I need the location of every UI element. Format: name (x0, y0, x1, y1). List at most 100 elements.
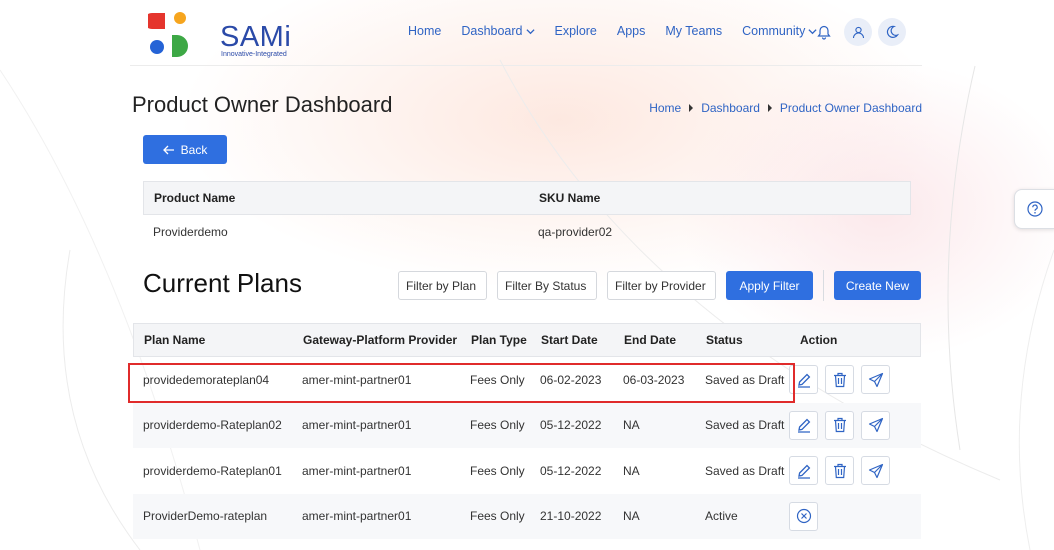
status-cell: Active (705, 509, 738, 524)
edit-icon (797, 373, 810, 388)
edit-button[interactable] (789, 456, 818, 486)
delete-button[interactable] (825, 365, 854, 395)
breadcrumb-current[interactable]: Product Owner Dashboard (780, 101, 922, 115)
page-title: Product Owner Dashboard (132, 92, 393, 117)
theme-toggle-button[interactable] (878, 18, 906, 46)
apply-filter-button[interactable]: Apply Filter (726, 271, 813, 300)
breadcrumb-home[interactable]: Home (649, 101, 681, 115)
nav-dashboard-label: Dashboard (461, 24, 523, 38)
publish-button[interactable] (861, 410, 890, 440)
sku-name-cell: qa-provider02 (538, 225, 613, 239)
delete-button[interactable] (825, 410, 854, 440)
help-button[interactable] (1014, 189, 1054, 229)
filter-by-status-dropdown[interactable]: Filter By Status (497, 271, 597, 300)
end-date-cell: 06-03-2023 (623, 372, 685, 387)
column-header-provider: Gateway-Platform Provider (303, 333, 458, 347)
chevron-right-icon (767, 104, 772, 112)
chevron-right-icon (689, 104, 694, 112)
logo-mark-icon (144, 12, 188, 57)
nav-explore-label: Explore (554, 24, 597, 38)
nav-my-teams[interactable]: My Teams (665, 24, 722, 38)
send-icon (868, 463, 883, 478)
filter-by-plan-dropdown[interactable]: Filter by Plan (398, 271, 487, 300)
delete-icon (833, 463, 846, 478)
brand-name: SAMi (220, 21, 292, 53)
create-new-button[interactable]: Create New (834, 271, 921, 300)
plan-name-cell: ProviderDemo-rateplan (143, 509, 268, 524)
top-navbar: SAMi Innovative-Integrated Home Dashboar… (130, 0, 922, 66)
column-header-plan-type: Plan Type (471, 333, 527, 347)
nav-home[interactable]: Home (408, 24, 441, 38)
edit-button[interactable] (789, 365, 818, 395)
plan-name-cell: providedemorateplan04 (143, 372, 270, 387)
edit-button[interactable] (789, 410, 818, 440)
action-cell (789, 501, 825, 531)
moon-icon (886, 25, 899, 38)
back-button[interactable]: Back (143, 135, 227, 164)
nav-apps[interactable]: Apps (617, 24, 646, 38)
table-row: providerdemo-Rateplan01 amer-mint-partne… (133, 448, 921, 494)
table-row: ProviderDemo-rateplan amer-mint-partner0… (133, 493, 921, 539)
provider-cell: amer-mint-partner01 (302, 418, 412, 433)
nav-community[interactable]: Community (742, 24, 817, 38)
column-header-sku-name: SKU Name (539, 191, 601, 205)
edit-icon (797, 418, 810, 433)
breadcrumb: Home Dashboard Product Owner Dashboard (649, 101, 922, 115)
plans-table: Plan Name Gateway-Platform Provider Plan… (133, 323, 921, 539)
apply-filter-label: Apply Filter (739, 278, 800, 293)
table-row: providedemorateplan04 amer-mint-partner0… (133, 357, 921, 403)
column-header-plan-name: Plan Name (144, 333, 206, 347)
plan-type-cell: Fees Only (470, 418, 525, 433)
send-icon (868, 372, 883, 387)
publish-button[interactable] (861, 365, 890, 395)
delete-icon (833, 418, 846, 433)
toolbar-divider (823, 270, 824, 301)
brand-logo[interactable]: SAMi Innovative-Integrated (144, 9, 291, 58)
brand-tagline: Innovative-Integrated (221, 51, 287, 58)
main-nav: Home Dashboard Explore Apps My Teams Com… (408, 24, 837, 38)
status-cell: Saved as Draft (705, 463, 785, 478)
filter-by-provider-dropdown[interactable]: Filter by Provider (607, 271, 716, 300)
breadcrumb-dashboard[interactable]: Dashboard (701, 101, 760, 115)
action-cell (789, 365, 897, 395)
status-cell: Saved as Draft (705, 418, 785, 433)
help-icon (1027, 201, 1043, 217)
plan-name-cell: providerdemo-Rateplan01 (143, 463, 282, 478)
send-icon (868, 418, 883, 433)
profile-button[interactable] (844, 18, 872, 46)
product-name-cell: Providerdemo (153, 225, 228, 239)
column-header-product-name: Product Name (154, 191, 236, 205)
current-plans-title: Current Plans (143, 268, 302, 298)
cancel-icon (796, 509, 811, 524)
nav-my-teams-label: My Teams (665, 24, 723, 38)
bell-icon (817, 25, 831, 40)
plan-name-cell: providerdemo-Rateplan02 (143, 418, 282, 433)
end-date-cell: NA (623, 418, 640, 433)
product-table-header: Product Name SKU Name (143, 181, 911, 215)
table-row: providerdemo-Rateplan02 amer-mint-partne… (133, 402, 921, 448)
create-new-label: Create New (845, 278, 910, 293)
provider-cell: amer-mint-partner01 (302, 463, 412, 478)
delete-icon (833, 372, 846, 387)
nav-dashboard[interactable]: Dashboard (461, 24, 535, 38)
edit-icon (797, 464, 810, 479)
filter-by-plan-label: Filter by Plan (406, 278, 477, 293)
delete-button[interactable] (825, 456, 854, 486)
nav-home-label: Home (408, 24, 442, 38)
user-icon (852, 26, 864, 38)
provider-cell: amer-mint-partner01 (302, 372, 412, 387)
back-button-label: Back (180, 142, 208, 157)
column-header-end-date: End Date (624, 333, 677, 347)
plans-table-header: Plan Name Gateway-Platform Provider Plan… (133, 323, 921, 357)
arrow-left-icon (162, 145, 174, 154)
status-cell: Saved as Draft (705, 372, 785, 387)
table-row: Providerdemo qa-provider02 (143, 215, 911, 249)
publish-button[interactable] (861, 456, 890, 486)
chevron-down-icon (525, 28, 535, 34)
action-cell (789, 456, 897, 486)
notifications-button[interactable] (810, 18, 838, 46)
end-date-cell: NA (623, 463, 640, 478)
start-date-cell: 06-02-2023 (540, 372, 602, 387)
cancel-plan-button[interactable] (789, 501, 818, 531)
nav-explore[interactable]: Explore (555, 24, 597, 38)
